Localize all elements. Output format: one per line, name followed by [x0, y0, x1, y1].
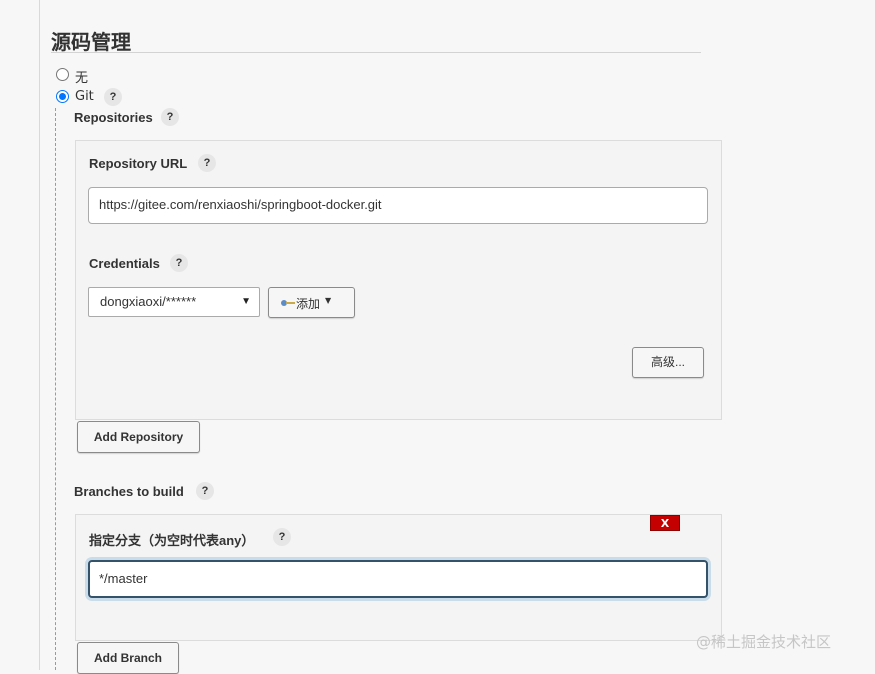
git-help-icon[interactable]: ? — [104, 88, 122, 106]
advanced-button[interactable]: 高级... — [632, 347, 704, 378]
scm-none-radio[interactable] — [56, 68, 69, 81]
add-credentials-button[interactable]: 添加 ▼ — [268, 287, 355, 318]
add-credentials-label: 添加 — [296, 297, 321, 311]
scm-git-radio[interactable] — [56, 90, 69, 103]
git-options-guide-line — [55, 108, 56, 670]
caret-down-icon: ▼ — [325, 296, 332, 305]
section-title: 源码管理 — [51, 30, 131, 54]
chevron-down-icon: ▼ — [241, 296, 251, 307]
repository-panel — [75, 140, 722, 420]
credentials-label: Credentials — [89, 256, 160, 271]
branch-specifier-help-icon[interactable]: ? — [273, 528, 291, 546]
branches-help-icon[interactable]: ? — [196, 482, 214, 500]
repositories-help-icon[interactable]: ? — [161, 108, 179, 126]
branch-specifier-label: 指定分支（为空时代表any） — [89, 533, 255, 548]
repository-url-label: Repository URL — [89, 156, 188, 171]
credentials-select[interactable]: dongxiaoxi/****** ▼ — [88, 287, 260, 317]
scm-git-label: Git — [75, 89, 94, 104]
repositories-label: Repositories — [74, 110, 153, 125]
credentials-help-icon[interactable]: ? — [170, 254, 188, 272]
watermark: @稀土掘金技术社区 — [696, 633, 832, 651]
scm-none-label: 无 — [75, 71, 89, 86]
credentials-selected-value: dongxiaoxi/****** — [100, 294, 197, 309]
branch-specifier-input[interactable]: */master — [88, 560, 708, 598]
add-repository-button[interactable]: Add Repository — [77, 421, 200, 453]
delete-branch-button[interactable]: X — [650, 515, 680, 531]
section-divider — [51, 52, 701, 53]
repository-url-input[interactable]: https://gitee.com/renxiaoshi/springboot-… — [88, 187, 708, 224]
add-branch-button[interactable]: Add Branch — [77, 642, 179, 674]
repository-url-help-icon[interactable]: ? — [198, 154, 216, 172]
left-sidebar — [0, 0, 40, 670]
key-icon — [281, 300, 295, 306]
branches-label: Branches to build — [74, 484, 184, 499]
